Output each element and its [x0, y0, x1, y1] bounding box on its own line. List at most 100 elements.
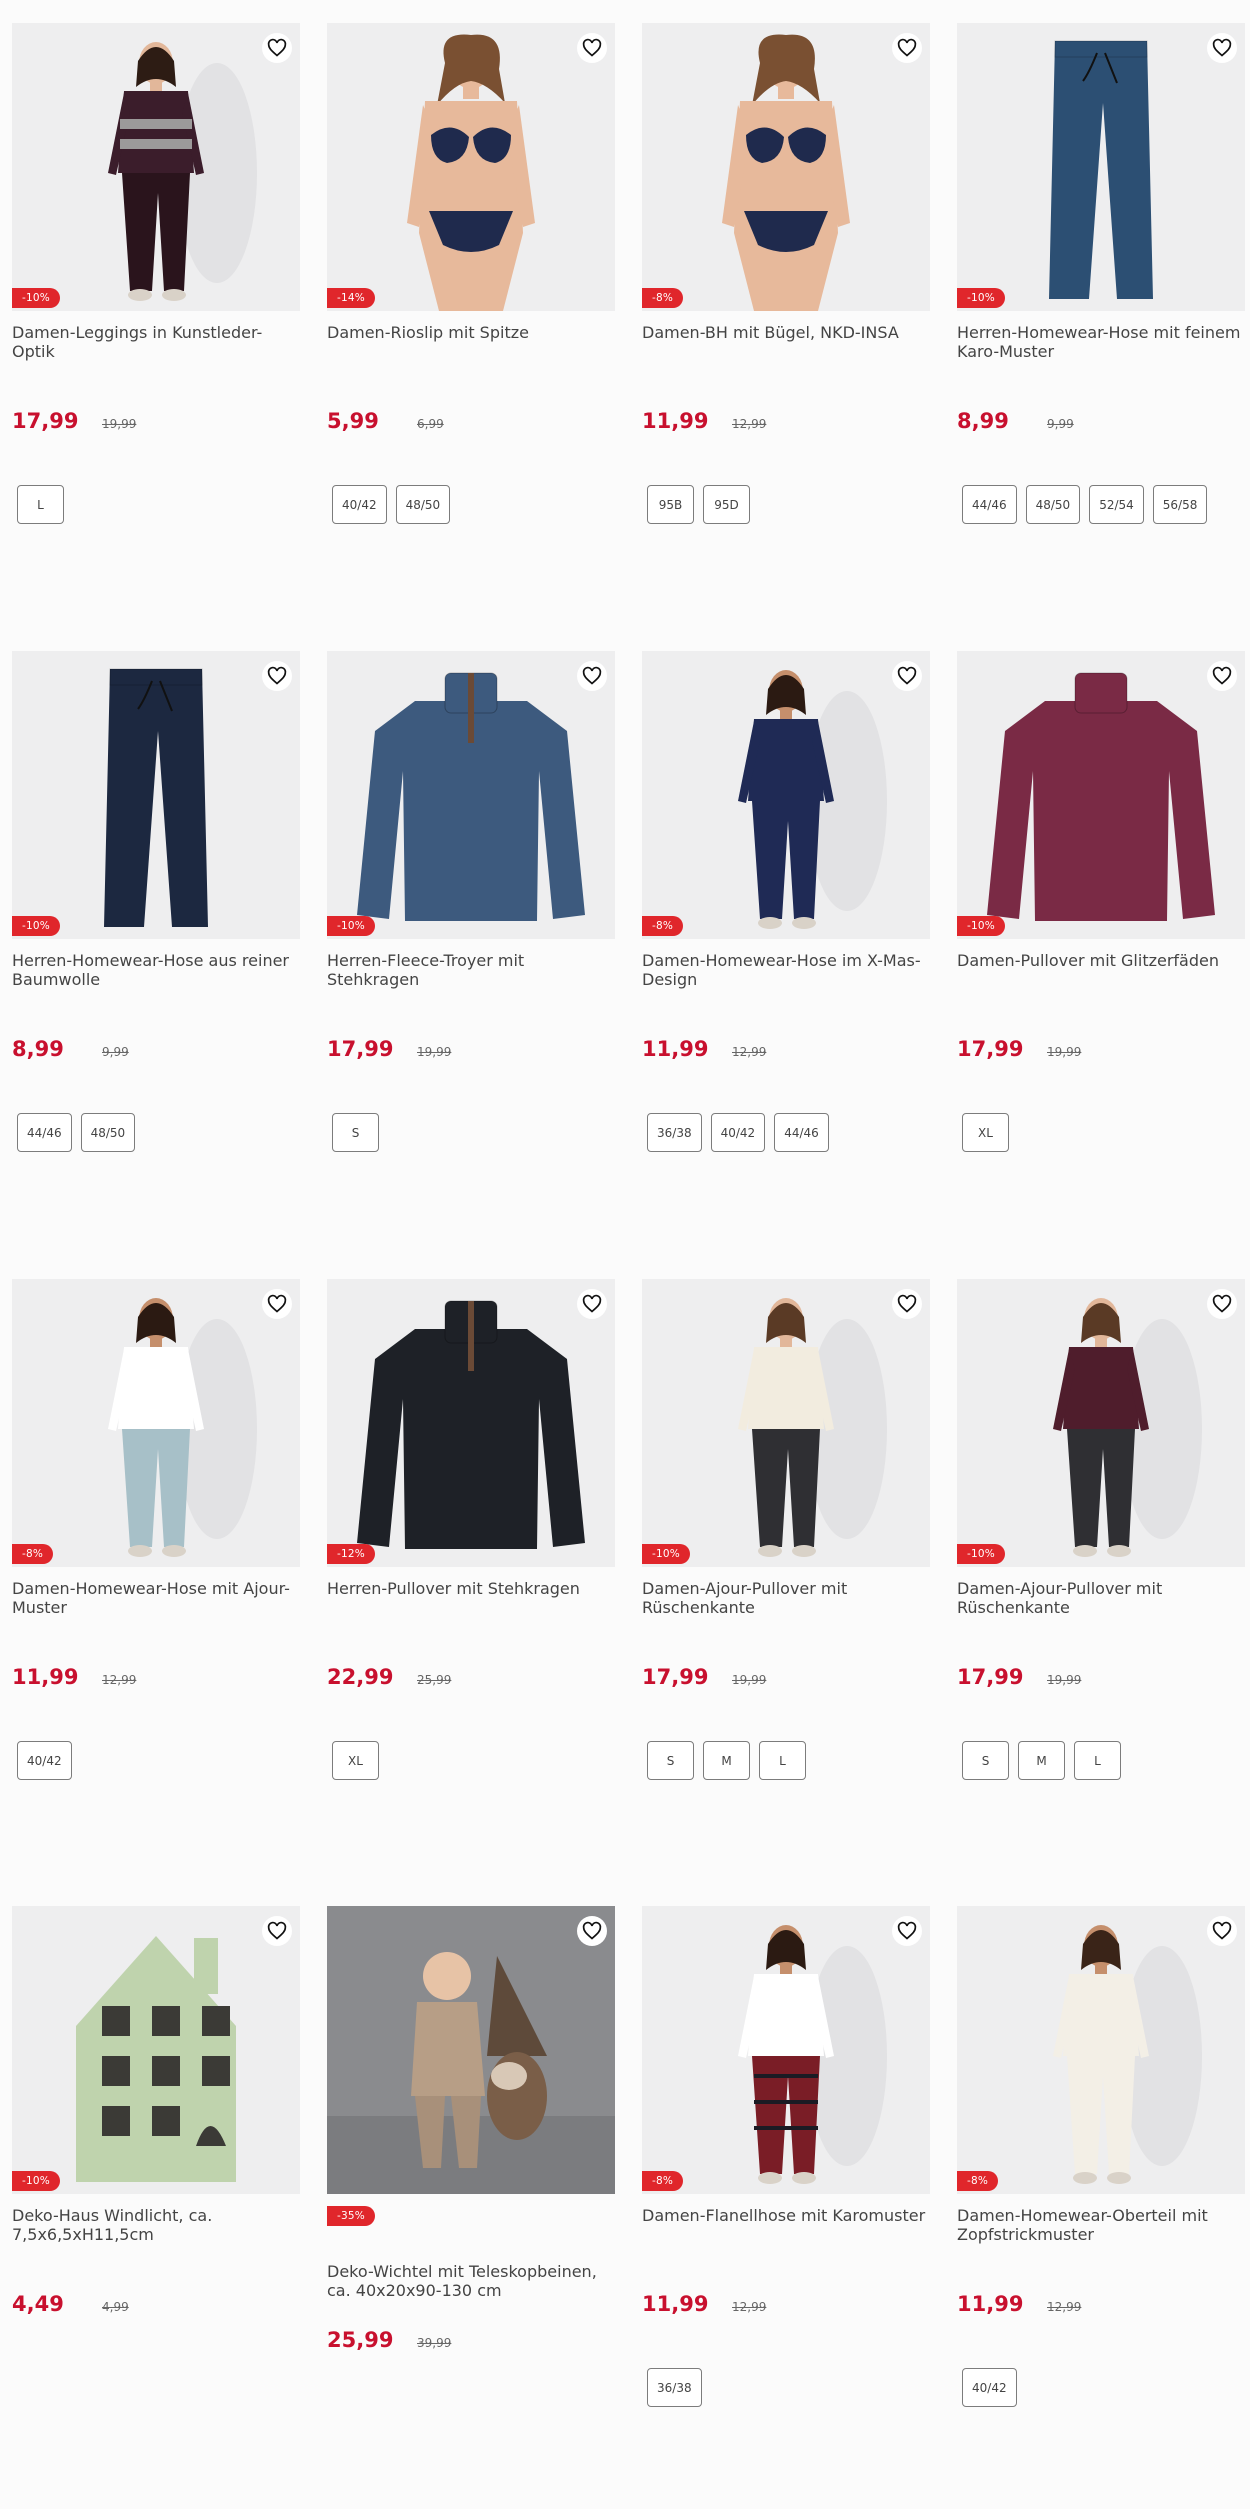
discount-badge: -10% — [12, 916, 60, 936]
product-name[interactable]: Herren-Homewear-Hose aus reiner Baumwoll… — [12, 951, 300, 989]
product-card[interactable]: -12% Herren-Pullover mit Stehkragen 22,9… — [327, 1279, 615, 1839]
discount-badge: -8% — [957, 2171, 999, 2191]
product-image[interactable]: -14% — [327, 23, 615, 311]
product-name[interactable]: Herren-Fleece-Troyer mit Stehkragen — [327, 951, 615, 989]
product-image[interactable]: -10% — [12, 1906, 300, 2194]
product-image[interactable]: -10% — [327, 651, 615, 939]
product-name[interactable]: Damen-Ajour-Pullover mit Rüschenkante — [957, 1579, 1245, 1617]
product-card[interactable]: -35% Deko-Wichtel mit Teleskopbeinen, ca… — [327, 1906, 615, 2466]
product-name[interactable]: Damen-Homewear-Oberteil mit Zopfstrickmu… — [957, 2206, 1245, 2244]
product-image[interactable]: -8% — [12, 1279, 300, 1567]
heart-outline-icon[interactable] — [262, 1916, 292, 1946]
heart-outline-icon[interactable] — [1207, 33, 1237, 63]
size-option[interactable]: 44/46 — [17, 1113, 72, 1152]
product-name[interactable]: Damen-Homewear-Hose mit Ajour-Muster — [12, 1579, 300, 1617]
size-option[interactable]: L — [17, 485, 64, 524]
size-option[interactable]: 48/50 — [395, 485, 451, 524]
heart-outline-icon[interactable] — [1207, 1289, 1237, 1319]
product-card[interactable]: -10% Damen-Pullover mit Glitzerfäden 17,… — [957, 651, 1245, 1211]
heart-outline-icon[interactable] — [577, 1289, 607, 1319]
original-price: 19,99 — [102, 417, 137, 431]
size-option[interactable]: 40/42 — [710, 1113, 766, 1152]
product-card[interactable]: -14% Damen-Rioslip mit Spitze 5,99 6,99 4… — [327, 23, 615, 583]
original-price: 12,99 — [732, 2300, 767, 2314]
product-card[interactable]: -10% Damen-Leggings in Kunstleder-Optik … — [12, 23, 300, 583]
product-card[interactable]: -8% Damen-BH mit Bügel, NKD-INSA 11,99 1… — [642, 23, 930, 583]
size-option[interactable]: 48/50 — [80, 1113, 136, 1152]
product-name[interactable]: Deko-Wichtel mit Teleskopbeinen, ca. 40x… — [327, 2262, 615, 2300]
product-card[interactable]: -10% Deko-Haus Windlicht, ca. 7,5x6,5xH1… — [12, 1906, 300, 2466]
product-image[interactable]: -10% — [12, 23, 300, 311]
size-option[interactable]: 95D — [703, 485, 750, 524]
product-image[interactable]: -8% — [642, 23, 930, 311]
product-card[interactable]: -8% Damen-Homewear-Oberteil mit Zopfstri… — [957, 1906, 1245, 2466]
product-price: 5,99 — [327, 409, 379, 433]
heart-outline-icon[interactable] — [892, 33, 922, 63]
product-name[interactable]: Damen-BH mit Bügel, NKD-INSA — [642, 323, 930, 342]
heart-outline-icon[interactable] — [892, 1289, 922, 1319]
size-option[interactable]: S — [332, 1113, 379, 1152]
product-name[interactable]: Damen-Homewear-Hose im X-Mas-Design — [642, 951, 930, 989]
product-card[interactable]: -8% Damen-Homewear-Hose im X-Mas-Design … — [642, 651, 930, 1211]
size-option[interactable]: 36/38 — [647, 1113, 702, 1152]
product-card[interactable]: -10% Herren-Homewear-Hose aus reiner Bau… — [12, 651, 300, 1211]
product-price: 8,99 — [957, 409, 1009, 433]
size-option[interactable]: 95B — [647, 485, 694, 524]
size-option[interactable]: XL — [332, 1741, 379, 1780]
heart-outline-icon[interactable] — [262, 1289, 292, 1319]
size-option[interactable]: L — [1074, 1741, 1121, 1780]
size-option[interactable]: L — [759, 1741, 806, 1780]
heart-outline-icon[interactable] — [892, 1916, 922, 1946]
product-image[interactable]: -10% — [12, 651, 300, 939]
size-option[interactable]: M — [1018, 1741, 1065, 1780]
product-image[interactable]: -10% — [957, 651, 1245, 939]
heart-outline-icon[interactable] — [892, 661, 922, 691]
size-options: 44/46 48/50 52/54 56/58 — [962, 485, 1208, 524]
size-option[interactable]: S — [962, 1741, 1009, 1780]
size-option[interactable]: 44/46 — [774, 1113, 829, 1152]
product-name[interactable]: Deko-Haus Windlicht, ca. 7,5x6,5xH11,5cm — [12, 2206, 300, 2244]
discount-badge: -8% — [12, 1544, 54, 1564]
product-image[interactable]: -10% — [642, 1279, 930, 1567]
product-name[interactable]: Damen-Pullover mit Glitzerfäden — [957, 951, 1245, 970]
product-card[interactable]: -8% Damen-Homewear-Hose mit Ajour-Muster… — [12, 1279, 300, 1839]
product-card[interactable]: -8% Damen-Flanellhose mit Karomuster 11,… — [642, 1906, 930, 2466]
size-option[interactable]: 48/50 — [1025, 485, 1081, 524]
heart-outline-icon[interactable] — [262, 33, 292, 63]
product-name[interactable]: Damen-Ajour-Pullover mit Rüschenkante — [642, 1579, 930, 1617]
product-image[interactable]: -10% — [957, 23, 1245, 311]
size-option[interactable]: 40/42 — [332, 485, 387, 524]
product-name[interactable]: Herren-Pullover mit Stehkragen — [327, 1579, 615, 1598]
product-image[interactable]: -8% — [957, 1906, 1245, 2194]
product-name[interactable]: Herren-Homewear-Hose mit feinem Karo-Mus… — [957, 323, 1245, 361]
heart-outline-icon[interactable] — [262, 661, 292, 691]
heart-outline-icon[interactable] — [1207, 1916, 1237, 1946]
size-option[interactable]: M — [703, 1741, 750, 1780]
size-option[interactable]: 40/42 — [962, 2368, 1017, 2407]
product-card[interactable]: -10% Herren-Homewear-Hose mit feinem Kar… — [957, 23, 1245, 583]
size-option[interactable]: 56/58 — [1152, 485, 1208, 524]
product-name[interactable]: Damen-Flanellhose mit Karomuster — [642, 2206, 930, 2225]
product-image[interactable] — [327, 1906, 615, 2194]
heart-outline-icon[interactable] — [577, 661, 607, 691]
product-price: 17,99 — [642, 1665, 709, 1689]
product-image[interactable]: -8% — [642, 651, 930, 939]
product-name[interactable]: Damen-Leggings in Kunstleder-Optik — [12, 323, 300, 361]
size-option[interactable]: XL — [962, 1113, 1009, 1152]
product-card[interactable]: -10% Herren-Fleece-Troyer mit Stehkragen… — [327, 651, 615, 1211]
product-image[interactable]: -12% — [327, 1279, 615, 1567]
size-option[interactable]: 44/46 — [962, 485, 1017, 524]
product-name[interactable]: Damen-Rioslip mit Spitze — [327, 323, 615, 342]
size-option[interactable]: 36/38 — [647, 2368, 702, 2407]
product-image[interactable]: -10% — [957, 1279, 1245, 1567]
heart-outline-icon[interactable] — [1207, 661, 1237, 691]
size-option[interactable]: 52/54 — [1089, 485, 1144, 524]
heart-outline-icon[interactable] — [577, 1916, 607, 1946]
product-card[interactable]: -10% Damen-Ajour-Pullover mit Rüschenkan… — [957, 1279, 1245, 1839]
size-option[interactable]: 40/42 — [17, 1741, 72, 1780]
discount-badge: -10% — [327, 916, 375, 936]
size-option[interactable]: S — [647, 1741, 694, 1780]
product-card[interactable]: -10% Damen-Ajour-Pullover mit Rüschenkan… — [642, 1279, 930, 1839]
product-image[interactable]: -8% — [642, 1906, 930, 2194]
heart-outline-icon[interactable] — [577, 33, 607, 63]
